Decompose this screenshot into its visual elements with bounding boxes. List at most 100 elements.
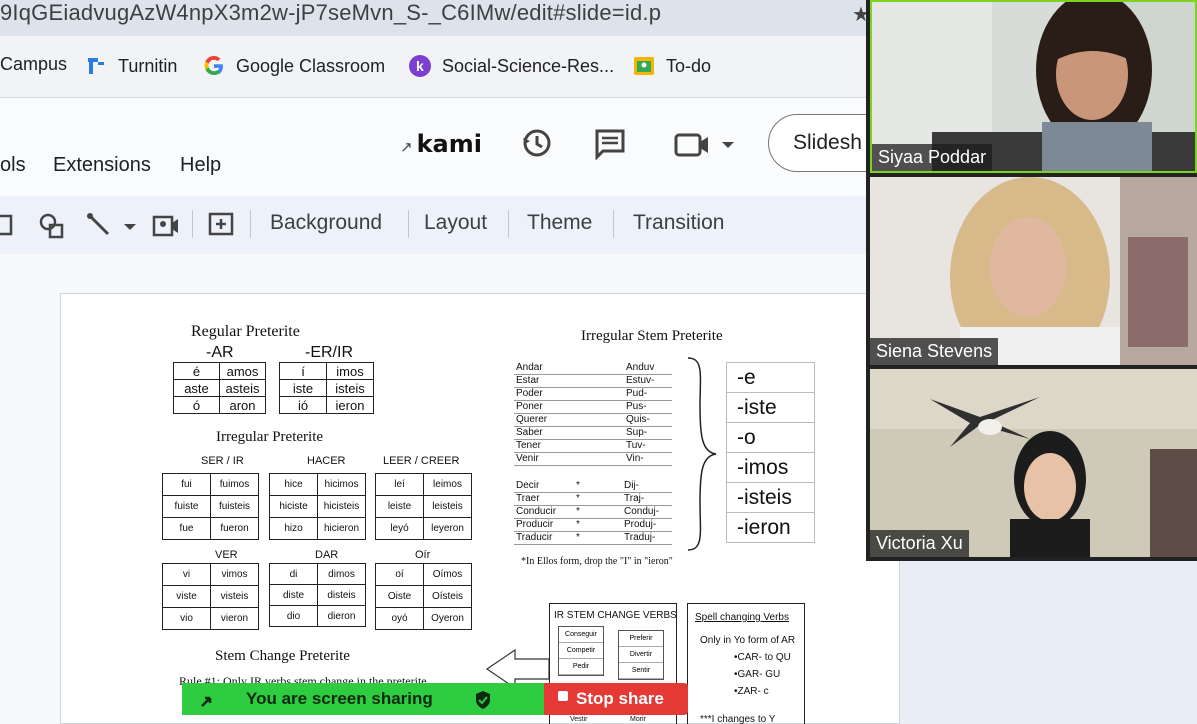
oir-label: Oír: [415, 549, 431, 561]
ser-table: fui fuimos fuiste fuisteis fue fueron: [162, 473, 259, 540]
menu-extensions[interactable]: Extensions: [53, 154, 151, 177]
video-tile-1[interactable]: Siyaa Poddar: [870, 0, 1197, 173]
table-cell: hiciste: [269, 495, 318, 518]
table-cell: Sup-: [624, 426, 672, 440]
stop-share-label: Stop share: [576, 689, 664, 708]
table-row: Estar Estuv-: [514, 374, 672, 388]
kami-label: kami: [416, 130, 482, 158]
ir-bottom-2: Morir: [630, 716, 646, 723]
toolbar-background[interactable]: Background: [270, 211, 382, 235]
table-cell: Andar: [514, 361, 624, 375]
table-cell: ió: [279, 396, 327, 414]
address-bar[interactable]: 9IqGEiadvugAzW4npX3m2w-jP7seMvn_S-_C6IMw…: [0, 0, 880, 36]
shape-icon[interactable]: [38, 212, 66, 240]
table-cell: Oímos: [423, 563, 472, 586]
slide[interactable]: Regular Preterite -AR -ER/IR é amos aste as…: [60, 293, 900, 724]
table-row: -iste: [726, 392, 815, 423]
toolbar-transition[interactable]: Transition: [633, 211, 724, 235]
table-cell: fuiste: [162, 495, 211, 518]
list-item: Preferir: [619, 631, 663, 647]
menu-help[interactable]: Help: [180, 154, 221, 177]
table-cell: oyó: [375, 607, 424, 630]
participant-name: Victoria Xu: [870, 530, 969, 557]
participant-name: Siyaa Poddar: [872, 144, 993, 171]
bookmarks-bar: Campus Turnitin Google Classroom k Socia…: [0, 36, 880, 98]
bookmark-turnitin[interactable]: Turnitin: [84, 54, 177, 78]
oir-table: oí Oímos Oiste Oísteis oyó Oyeron: [375, 563, 472, 630]
ending-cell: -imos: [726, 452, 815, 483]
table-cell: Traducir: [514, 531, 574, 545]
table-row: leyó leyeron: [375, 517, 472, 540]
bookmark-label: Campus: [0, 54, 68, 74]
table-row: vio vieron: [162, 607, 259, 630]
table-row: Tener Tuv-: [514, 439, 672, 453]
video-tile-3[interactable]: Victoria Xu: [870, 369, 1197, 557]
bookmark-campus[interactable]: Campus: [0, 54, 67, 75]
table-row: -ieron: [726, 512, 815, 543]
sharing-label: You are screen sharing: [246, 689, 433, 708]
toolbar-theme[interactable]: Theme: [527, 211, 592, 235]
bookmark-social-science[interactable]: k Social-Science-Res...: [408, 54, 614, 78]
table-cell: hicieron: [317, 517, 366, 540]
stem-change-title: Stem Change Preterite: [215, 648, 350, 664]
table-cell: *: [574, 505, 622, 519]
table-cell: leimos: [423, 473, 472, 496]
table-cell: Saber: [514, 426, 624, 440]
table-row: -imos: [726, 452, 815, 483]
spell-only: Only in Yo form of AR: [700, 635, 796, 646]
ar-table: é amos aste asteis ó aron: [173, 362, 266, 414]
table-cell: leyeron: [423, 517, 472, 540]
list-item: Conseguir: [559, 627, 603, 643]
table-cell: hice: [269, 473, 318, 496]
table-row: hiciste hicisteis: [269, 495, 366, 518]
spell-more: ***I changes to Y: [700, 714, 776, 724]
table-row: Poder Pud-: [514, 387, 672, 401]
menu-tools[interactable]: ols: [0, 154, 26, 177]
j-stem-table: Decir * Dij- Traer * Traj- Conducir * Conduj- Pro…: [514, 479, 672, 545]
toolbar-layout[interactable]: Layout: [424, 211, 487, 235]
video-tile-2[interactable]: Siena Stevens: [870, 177, 1197, 365]
todo-icon: [634, 57, 654, 75]
table-cell: ieron: [326, 396, 374, 414]
table-cell: diste: [269, 584, 318, 606]
bookmark-google-classroom[interactable]: Google Classroom: [202, 54, 385, 78]
table-cell: *: [574, 518, 622, 532]
table-cell: Pus-: [624, 400, 672, 414]
table-cell: Poner: [514, 400, 624, 414]
meet-camera-icon[interactable]: [674, 130, 738, 160]
table-row: hice hicimos: [269, 473, 366, 496]
bookmark-todo[interactable]: To-do: [632, 54, 711, 78]
video-insert-icon[interactable]: [152, 214, 180, 238]
stem-table: Andar Anduv Estar Estuv- Poder Pud- Poner Pus- Q…: [514, 361, 672, 466]
table-row: -e: [726, 362, 815, 393]
table-cell: Oiste: [375, 585, 424, 608]
url-text[interactable]: 9IqGEiadvugAzW4npX3m2w-jP7seMvn_S-_C6IMw…: [0, 0, 661, 26]
table-cell: di: [269, 563, 318, 585]
up-arrow-icon: [201, 696, 212, 707]
table-cell: disteis: [317, 584, 366, 606]
irregular-stem-title: Irregular Stem Preterite: [581, 328, 723, 344]
table-cell: Anduv: [624, 361, 672, 375]
stop-share-button[interactable]: Stop share: [544, 683, 688, 715]
turnitin-icon: [88, 58, 104, 74]
regular-preterite-title: Regular Preterite: [191, 323, 300, 340]
kami-button[interactable]: ↗ kami: [400, 130, 482, 158]
table-cell: Tener: [514, 439, 624, 453]
list-item: Sentir: [619, 663, 663, 679]
table-cell: leisteis: [423, 495, 472, 518]
table-cell: Decir: [514, 479, 574, 493]
table-cell: isteis: [326, 379, 374, 397]
external-link-icon: ↗: [400, 138, 413, 156]
comment-add-icon[interactable]: [208, 212, 236, 240]
history-icon[interactable]: [520, 126, 554, 160]
spell-rule-car: •CAR- to QU: [734, 652, 791, 663]
table-cell: fuisteis: [210, 495, 259, 518]
table-cell: Dij-: [622, 479, 672, 493]
image-icon[interactable]: [0, 214, 14, 236]
comment-icon[interactable]: [594, 128, 626, 160]
table-cell: *: [574, 492, 622, 506]
table-cell: asteis: [219, 379, 266, 397]
table-cell: Conduj-: [622, 505, 672, 519]
screen: 9IqGEiadvugAzW4npX3m2w-jP7seMvn_S-_C6IMw…: [0, 0, 1197, 724]
line-icon[interactable]: [86, 212, 142, 240]
